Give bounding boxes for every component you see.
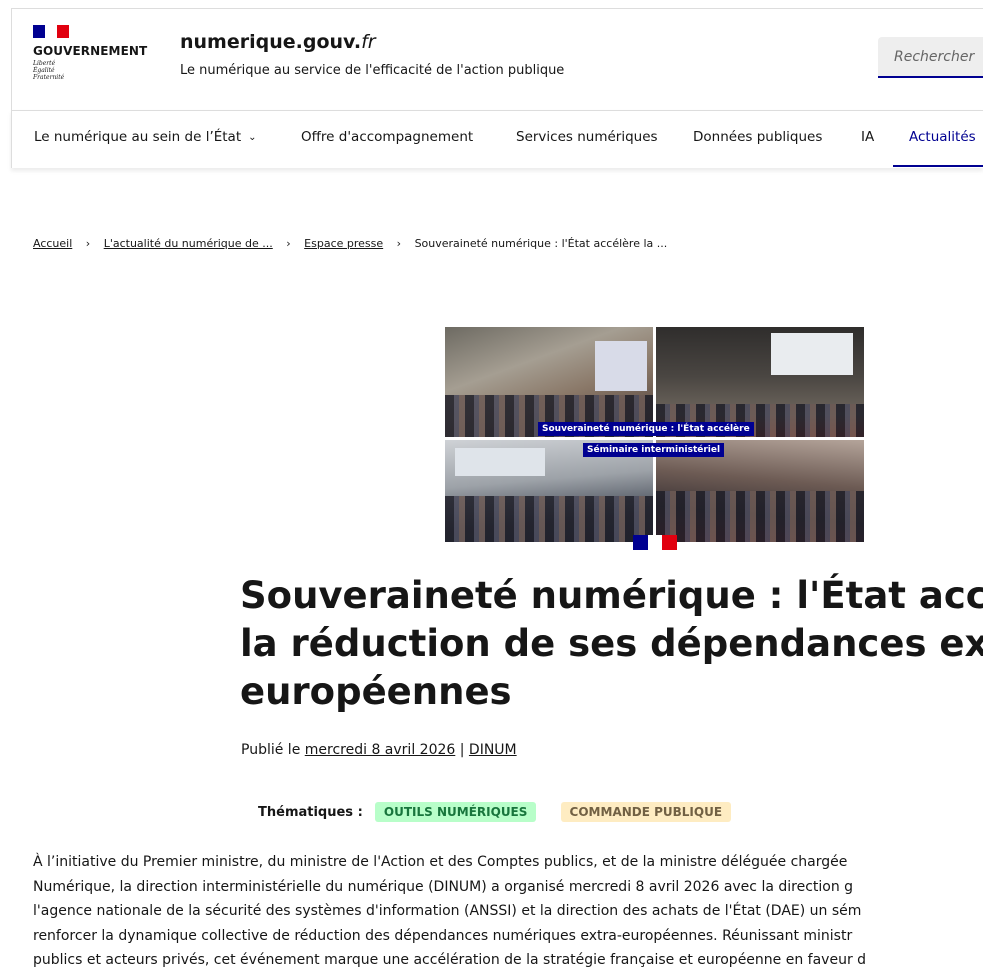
search-placeholder: Rechercher (894, 49, 975, 65)
site-tagline: Le numérique au service de l'efficacité … (180, 63, 565, 78)
french-flag-icon (633, 535, 677, 550)
marianne-flag-icon (33, 25, 69, 38)
image-caption-subtitle: Séminaire interministériel (583, 443, 725, 457)
nav-item-numerique-etat[interactable]: Le numérique au sein de l’État ⌄ (34, 129, 257, 145)
nav-item-ia[interactable]: IA (861, 129, 874, 145)
article-body: À l’initiative du Premier ministre, du m… (33, 854, 867, 968)
nav-item-actualites[interactable]: Actualités (909, 129, 976, 145)
publication-date-link[interactable]: mercredi 8 avril 2026 (305, 742, 456, 758)
breadcrumb-accueil[interactable]: Accueil (33, 237, 72, 250)
government-logo[interactable]: GOUVERNEMENT Liberté Égalité Fraternité (33, 25, 153, 95)
photo-amphitheater (445, 327, 653, 437)
main-navigation: Le numérique au sein de l’État ⌄ Offre d'… (11, 110, 983, 168)
breadcrumb-espace-presse[interactable]: Espace presse (304, 237, 383, 250)
site-name[interactable]: numerique.gouv.fr (180, 31, 376, 53)
tag-outils-numeriques[interactable]: OUTILS NUMÉRIQUES (374, 802, 537, 822)
nav-item-offre-accompagnement[interactable]: Offre d'accompagnement (301, 129, 473, 145)
breadcrumb-actualite[interactable]: L'actualité du numérique de ... (104, 237, 273, 250)
image-caption-title: Souveraineté numérique : l'État accélère (538, 422, 754, 436)
author-link[interactable]: DINUM (469, 742, 517, 758)
logo-text: GOUVERNEMENT (33, 44, 148, 58)
chevron-right-icon: › (286, 237, 291, 250)
chevron-down-icon: ⌄ (248, 132, 257, 143)
active-nav-indicator (893, 165, 983, 167)
site-header: GOUVERNEMENT Liberté Égalité Fraternité … (11, 8, 983, 110)
photo-speakers (656, 327, 864, 437)
themes-label: Thématiques : (258, 804, 363, 820)
article-themes: Thématiques : OUTILS NUMÉRIQUES COMMANDE… (258, 802, 732, 822)
breadcrumb: Accueil › L'actualité du numérique de ..… (33, 237, 667, 250)
nav-item-donnees-publiques[interactable]: Données publiques (693, 129, 822, 145)
search-input[interactable]: Rechercher (878, 37, 983, 78)
chevron-right-icon: › (85, 237, 91, 250)
nav-item-services-numeriques[interactable]: Services numériques (516, 129, 658, 145)
article-meta: Publié le mercredi 8 avril 2026 | DINUM (241, 742, 517, 758)
breadcrumb-current: Souveraineté numérique : l'État accélère… (414, 237, 668, 250)
tag-commande-publique[interactable]: COMMANDE PUBLIQUE (560, 802, 732, 822)
chevron-right-icon: › (396, 237, 402, 250)
article-title: Souveraineté numérique : l'État accél la… (240, 574, 983, 713)
article-hero-image: Souveraineté numérique : l'État accélère… (445, 327, 864, 551)
motto: Liberté Égalité Fraternité (33, 60, 65, 81)
